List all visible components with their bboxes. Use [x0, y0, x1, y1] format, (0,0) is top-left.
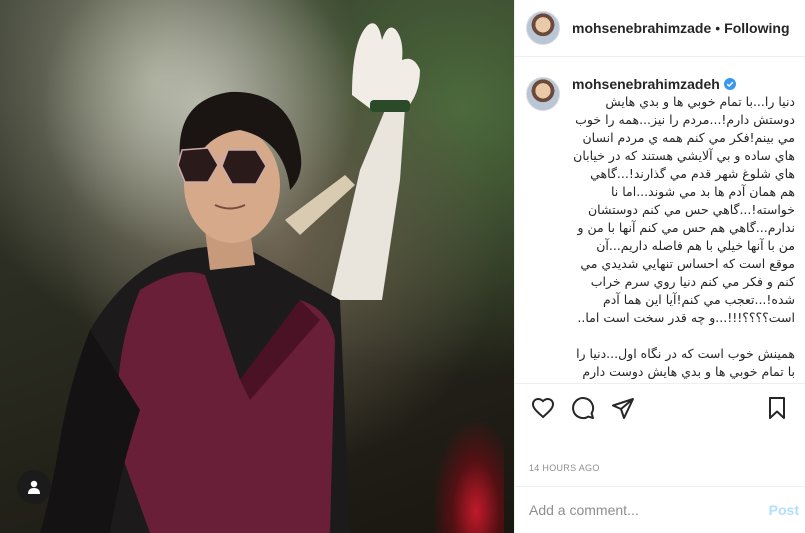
caption-paragraph: همينش خوب است كه در نگاه اول...دنيا را ب… — [576, 346, 795, 379]
post-photo[interactable] — [0, 0, 514, 533]
caption-comment: mohsenebrahimzadeh دنيا را...با تمام خوب… — [526, 75, 795, 383]
post-comment-button[interactable]: Post — [769, 502, 799, 518]
performer-illustration — [40, 23, 420, 533]
caption-paragraph: دنيا را...با تمام خوبي ها و بدي هايش دوس… — [573, 94, 795, 325]
caption-body: mohsenebrahimzadeh دنيا را...با تمام خوب… — [572, 75, 795, 383]
caption-author-avatar[interactable] — [526, 77, 560, 111]
like-button[interactable] — [523, 388, 563, 428]
separator-dot: • — [715, 20, 721, 36]
comment-icon — [572, 396, 595, 419]
comments-list[interactable]: mohsenebrahimzadeh دنيا را...با تمام خوب… — [515, 58, 805, 383]
tagged-users-button[interactable] — [17, 470, 51, 504]
bookmark-icon — [769, 396, 785, 419]
action-bar — [515, 383, 805, 431]
user-icon — [28, 480, 40, 494]
header-username[interactable]: mohsenebrahimzade — [572, 20, 711, 36]
share-button[interactable] — [603, 388, 643, 428]
caption-username-wrap: mohsenebrahimzadeh — [572, 75, 736, 93]
comment-button[interactable] — [563, 388, 603, 428]
caption-username[interactable]: mohsenebrahimzadeh — [572, 75, 720, 93]
post-side-panel: mohsenebrahimzade • Following mohsenebra… — [514, 0, 805, 533]
share-icon — [612, 397, 634, 419]
following-button[interactable]: Following — [724, 20, 789, 36]
author-avatar[interactable] — [526, 11, 560, 45]
save-button[interactable] — [757, 388, 797, 428]
heart-icon — [531, 397, 555, 418]
caption-text: دنيا را...با تمام خوبي ها و بدي هايش دوس… — [572, 93, 795, 381]
post-header: mohsenebrahimzade • Following — [515, 0, 805, 57]
post-timestamp[interactable]: 14 HOURS AGO — [529, 463, 600, 473]
add-comment-bar: Post — [515, 486, 805, 533]
comment-input[interactable] — [529, 502, 769, 518]
verified-badge-icon — [723, 78, 736, 90]
